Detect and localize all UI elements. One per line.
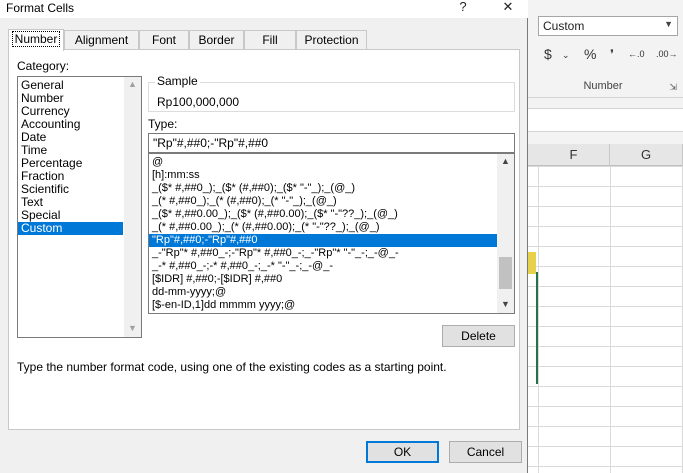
format-item[interactable]: _(* #,##0.00_);_(* (#,##0.00);_(* "-"??_… bbox=[149, 221, 498, 234]
scroll-down-icon[interactable]: ▼ bbox=[497, 299, 514, 309]
tab-protection[interactable]: Protection bbox=[296, 30, 367, 50]
column-header-g[interactable]: G bbox=[610, 144, 683, 166]
delete-button[interactable]: Delete bbox=[442, 325, 515, 347]
format-item[interactable]: _($* #,##0.00_);_($* (#,##0.00);_($* "-"… bbox=[149, 208, 498, 221]
number-group-label: Number bbox=[583, 80, 623, 92]
tab-border[interactable]: Border bbox=[189, 30, 244, 50]
category-list[interactable]: General Number Currency Accounting Date … bbox=[17, 76, 142, 338]
format-item[interactable]: dd-mm-yyyy;@ bbox=[149, 286, 498, 299]
excel-window: Custom ▼ $ ⌄ % ❜ ←.0 .00→ Number ⇲ F G bbox=[528, 0, 683, 473]
format-item[interactable]: [h]:mm:ss bbox=[149, 169, 498, 182]
number-tab-panel: Category: General Number Currency Accoun… bbox=[8, 49, 520, 430]
scroll-thumb[interactable] bbox=[499, 257, 512, 289]
close-icon[interactable]: ✕ bbox=[498, 0, 518, 14]
format-list-scrollbar[interactable]: ▲ ▼ bbox=[497, 154, 514, 313]
ok-button[interactable]: OK bbox=[366, 441, 439, 463]
delete-button-label: Delete bbox=[461, 329, 496, 343]
column-headers: F G bbox=[528, 144, 683, 166]
tab-label: Number bbox=[11, 31, 61, 47]
number-format-combo[interactable]: Custom ▼ bbox=[538, 16, 678, 36]
scroll-up-icon[interactable]: ▲ bbox=[124, 79, 141, 89]
currency-format-button[interactable]: $ bbox=[544, 46, 552, 62]
title-bar[interactable]: Format Cells ? ✕ bbox=[0, 0, 528, 18]
hint-text: Type the number format code, using one o… bbox=[17, 360, 447, 374]
selection-border bbox=[528, 272, 538, 384]
scroll-down-icon[interactable]: ▼ bbox=[124, 323, 141, 333]
cell-grid[interactable] bbox=[528, 166, 683, 473]
number-format-value: Custom bbox=[543, 19, 585, 33]
format-item[interactable]: _-* #,##0_-;-* #,##0_-;_-* "-"_-;_-@_- bbox=[149, 260, 498, 273]
type-input[interactable] bbox=[148, 133, 515, 153]
sample-value: Rp100,000,000 bbox=[157, 95, 240, 109]
category-item-custom[interactable]: Custom bbox=[18, 222, 123, 235]
increase-decimal-button[interactable]: ←.0 bbox=[628, 49, 645, 59]
dialog-launcher-icon[interactable]: ⇲ bbox=[669, 82, 677, 93]
tab-number[interactable]: Number bbox=[8, 29, 64, 51]
tab-alignment[interactable]: Alignment bbox=[64, 30, 139, 50]
format-item[interactable]: _(* #,##0_);_(* (#,##0);_(* "-"_);_(@_) bbox=[149, 195, 498, 208]
help-button[interactable]: ? bbox=[455, 0, 471, 14]
category-label: Category: bbox=[17, 59, 70, 73]
cancel-button[interactable]: Cancel bbox=[449, 441, 522, 463]
format-item[interactable]: _($* #,##0_);_($* (#,##0);_($* "-"_);_(@… bbox=[149, 182, 498, 195]
sample-label: Sample bbox=[155, 74, 200, 88]
formula-bar[interactable] bbox=[528, 108, 683, 132]
format-item[interactable]: [$-en-ID,1]dd mmmm yyyy;@ bbox=[149, 299, 498, 312]
column-header-f[interactable]: F bbox=[538, 144, 610, 166]
type-label: Type: bbox=[148, 117, 178, 131]
selected-cell-highlight bbox=[528, 252, 536, 274]
format-type-list[interactable]: @ [h]:mm:ss _($* #,##0_);_($* (#,##0);_(… bbox=[148, 153, 515, 314]
category-scrollbar[interactable]: ▲ ▼ bbox=[124, 77, 141, 337]
ribbon: Custom ▼ $ ⌄ % ❜ ←.0 .00→ Number ⇲ bbox=[528, 0, 683, 98]
format-item[interactable]: [$IDR] #,##0;-[$IDR] #,##0 bbox=[149, 273, 498, 286]
chevron-down-icon[interactable]: ⌄ bbox=[562, 50, 570, 61]
dialog-title: Format Cells bbox=[6, 1, 75, 15]
tab-font[interactable]: Font bbox=[139, 30, 189, 50]
tab-fill[interactable]: Fill bbox=[244, 30, 296, 50]
percent-style-button[interactable]: % bbox=[584, 46, 596, 62]
number-format-buttons: $ ⌄ % ❜ ←.0 .00→ bbox=[542, 46, 682, 68]
scroll-up-icon[interactable]: ▲ bbox=[497, 156, 514, 166]
format-item[interactable]: _-"Rp"* #,##0_-;-"Rp"* #,##0_-;_-"Rp"* "… bbox=[149, 247, 498, 260]
decrease-decimal-button[interactable]: .00→ bbox=[656, 49, 678, 59]
format-item-selected[interactable]: "Rp"#,##0;-"Rp"#,##0 bbox=[149, 234, 498, 247]
format-item[interactable]: @ bbox=[149, 156, 498, 169]
chevron-down-icon: ▼ bbox=[664, 19, 673, 29]
format-cells-dialog: Format Cells ? ✕ Number Alignment Font B… bbox=[0, 0, 528, 473]
comma-style-button[interactable]: ❜ bbox=[610, 47, 614, 61]
